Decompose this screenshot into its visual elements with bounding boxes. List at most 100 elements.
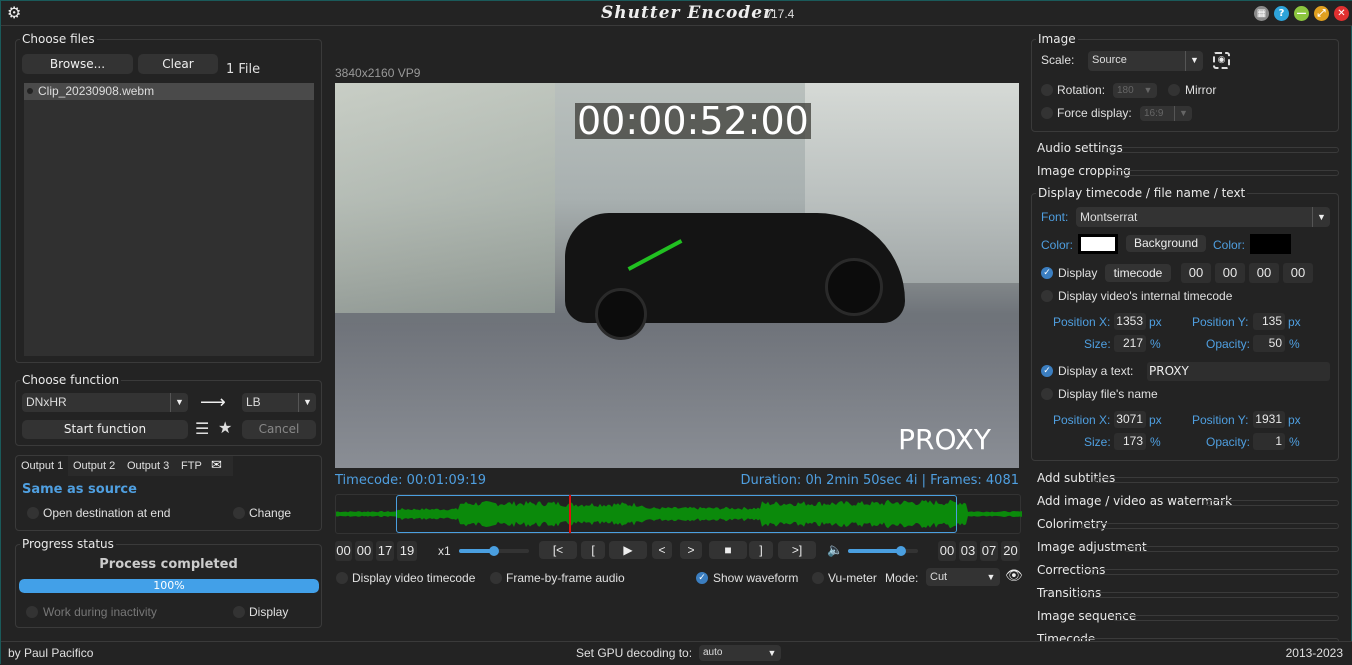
selection-range[interactable]: [395, 495, 957, 533]
waveform-timeline[interactable]: [335, 494, 1022, 534]
destination-path[interactable]: Same as source: [22, 482, 137, 497]
close-icon[interactable]: ✕: [1334, 6, 1349, 21]
display-video-timecode-radio[interactable]: [336, 572, 348, 584]
function-select[interactable]: DNxHR ▼: [22, 393, 188, 412]
display-radio[interactable]: [233, 606, 245, 618]
tab-output-1[interactable]: Output 1: [21, 460, 63, 472]
go-start-button[interactable]: [<: [539, 541, 577, 559]
maximize-icon[interactable]: ⤢: [1314, 6, 1329, 21]
tc-position-y-input[interactable]: 135: [1253, 313, 1285, 330]
display-text-input[interactable]: PROXY: [1147, 362, 1330, 381]
internal-timecode-radio[interactable]: [1041, 290, 1053, 302]
play-button[interactable]: ▶: [609, 541, 647, 559]
file-name: Clip_20230908.webm: [38, 84, 155, 98]
force-display-select[interactable]: 16:9 ▼: [1140, 106, 1192, 121]
background-button[interactable]: Background: [1126, 235, 1206, 252]
txt-opacity-input[interactable]: 1: [1253, 433, 1285, 450]
out-frames[interactable]: 20: [1001, 541, 1020, 561]
mirror-radio[interactable]: [1168, 84, 1180, 96]
txt-position-y-input[interactable]: 1931: [1253, 411, 1285, 428]
mail-icon[interactable]: ✉: [211, 459, 222, 473]
txt-size-input[interactable]: 173: [1114, 433, 1146, 450]
star-icon[interactable]: ★: [218, 420, 232, 436]
frame-audio-radio[interactable]: [490, 572, 502, 584]
txt-opacity-label: Opacity:: [1206, 435, 1251, 449]
work-inactivity-radio[interactable]: [26, 606, 38, 618]
mode-select[interactable]: Cut ▼: [926, 568, 1000, 586]
speed-knob[interactable]: [489, 546, 499, 556]
prev-frame-button[interactable]: <: [652, 541, 672, 559]
speed-slider[interactable]: [459, 546, 529, 556]
tc-position-x-input[interactable]: 1353: [1114, 313, 1146, 330]
tc-minutes[interactable]: 00: [1215, 263, 1245, 283]
out-minutes[interactable]: 03: [959, 541, 977, 561]
menu-icon[interactable]: ☰: [195, 421, 209, 437]
clear-button[interactable]: Clear: [138, 54, 218, 74]
force-display-label: Force display:: [1057, 106, 1132, 120]
display-text-checkbox[interactable]: ✓: [1041, 365, 1053, 377]
eye-icon[interactable]: 👁: [1005, 569, 1023, 583]
go-end-button[interactable]: >]: [778, 541, 816, 559]
mark-in-button[interactable]: [: [581, 541, 605, 559]
volume-icon[interactable]: 🔈: [827, 543, 843, 558]
settings-gear-icon[interactable]: ⚙: [7, 5, 23, 21]
help-icon[interactable]: ?: [1274, 6, 1289, 21]
volume-knob[interactable]: [895, 546, 906, 556]
change-label: Change: [249, 506, 292, 520]
screens-icon[interactable]: ▦: [1254, 6, 1269, 21]
volume-slider[interactable]: [848, 546, 918, 556]
screenshot-icon[interactable]: ◉: [1213, 52, 1230, 69]
display-timecode-legend[interactable]: Display timecode / file name / text: [1036, 186, 1248, 200]
tab-output-3[interactable]: Output 3: [127, 460, 169, 472]
in-frames[interactable]: 19: [397, 541, 417, 561]
bg-color-swatch[interactable]: [1250, 234, 1291, 254]
rotation-radio[interactable]: [1041, 84, 1053, 96]
tc-seconds[interactable]: 00: [1249, 263, 1279, 283]
in-seconds[interactable]: 17: [376, 541, 394, 561]
file-list[interactable]: Clip_20230908.webm: [24, 83, 314, 356]
author-label: by Paul Pacifico: [8, 646, 94, 660]
progress-percent: 100%: [153, 579, 185, 592]
force-display-radio[interactable]: [1041, 107, 1053, 119]
change-radio[interactable]: [233, 507, 245, 519]
show-waveform-checkbox[interactable]: ✓: [696, 572, 708, 584]
speed-label: x1: [438, 544, 451, 558]
next-frame-button[interactable]: >: [680, 541, 702, 559]
tab-ftp[interactable]: FTP: [181, 460, 202, 472]
bg-color-label: Color:: [1213, 238, 1246, 252]
section-add-image-video-as-watermark[interactable]: Add image / video as watermark: [1037, 494, 1232, 508]
minimize-icon[interactable]: —: [1294, 6, 1309, 21]
tc-frames[interactable]: 00: [1283, 263, 1313, 283]
file-list-item[interactable]: Clip_20230908.webm: [24, 83, 314, 100]
cancel-button[interactable]: Cancel: [242, 420, 316, 439]
start-function-button[interactable]: Start function: [22, 420, 188, 439]
video-preview[interactable]: 00:00:52:00 PROXY: [335, 83, 1019, 468]
tc-opacity-input[interactable]: 50: [1253, 335, 1285, 352]
file-name-radio[interactable]: [1041, 388, 1053, 400]
tab-output-2[interactable]: Output 2: [73, 460, 115, 472]
vu-meter-radio[interactable]: [812, 572, 824, 584]
display-timecode-checkbox[interactable]: ✓: [1041, 267, 1053, 279]
out-seconds[interactable]: 07: [980, 541, 998, 561]
section-divider: [1206, 500, 1339, 506]
out-hours[interactable]: 00: [938, 541, 956, 561]
open-destination-radio[interactable]: [27, 507, 39, 519]
text-color-swatch[interactable]: [1078, 234, 1118, 254]
gpu-decoding-select[interactable]: auto ▼: [699, 645, 781, 661]
rotation-select[interactable]: 180 ▼: [1113, 83, 1157, 98]
pct-unit: %: [1289, 435, 1300, 449]
in-minutes[interactable]: 00: [355, 541, 373, 561]
stop-button[interactable]: ■: [709, 541, 747, 559]
playhead[interactable]: [569, 495, 572, 533]
in-hours[interactable]: 00: [335, 541, 352, 561]
font-select[interactable]: Montserrat ▼: [1076, 207, 1330, 227]
browse-button[interactable]: Browse...: [22, 54, 133, 74]
profile-select[interactable]: LB ▼: [242, 393, 316, 412]
px-unit: px: [1288, 315, 1301, 329]
tc-size-input[interactable]: 217: [1114, 335, 1146, 352]
mark-out-button[interactable]: ]: [749, 541, 773, 559]
scale-select[interactable]: Source ▼: [1088, 51, 1203, 71]
txt-position-x-input[interactable]: 3071: [1114, 411, 1146, 428]
tc-hours[interactable]: 00: [1181, 263, 1211, 283]
timecode-type-button[interactable]: timecode: [1105, 264, 1171, 282]
